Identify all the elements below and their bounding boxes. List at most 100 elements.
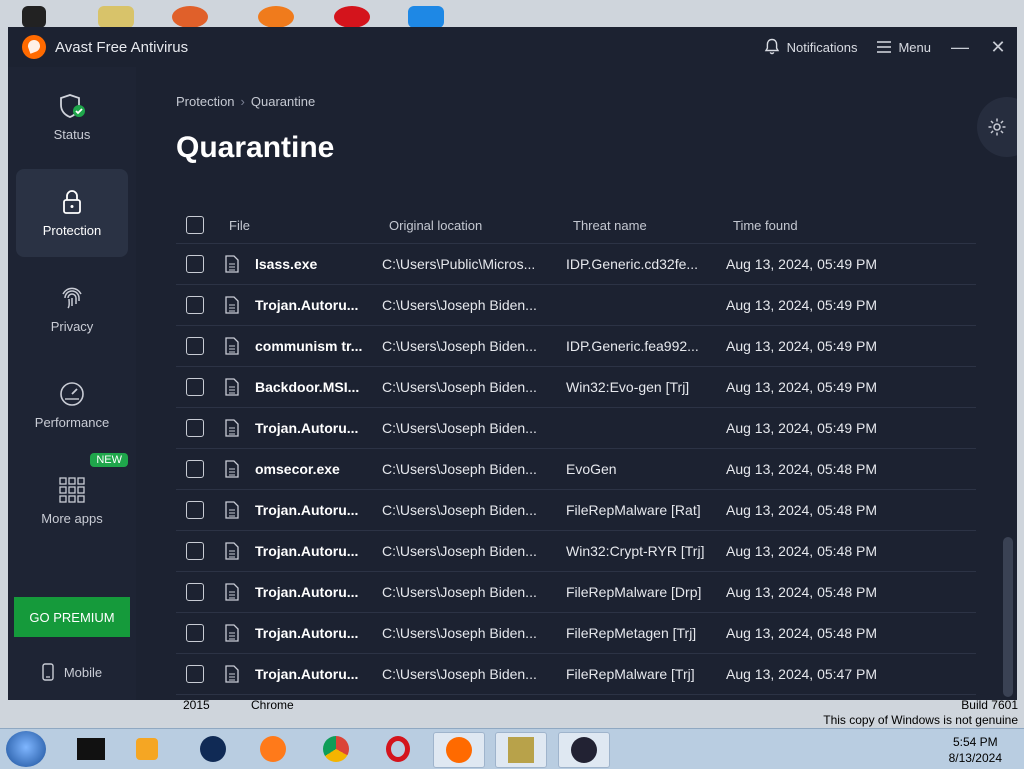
cell-location: C:\Users\Public\Micros... — [382, 256, 536, 272]
file-icon — [225, 624, 239, 642]
title-bar: Avast Free Antivirus Notifications Menu … — [8, 27, 1017, 67]
cell-file: Backdoor.MSI... — [255, 379, 360, 395]
file-icon — [225, 583, 239, 601]
cell-file: communism tr... — [255, 338, 363, 354]
taskbar: 5:54 PM 8/13/2024 — [0, 728, 1024, 769]
page-title: Quarantine — [176, 131, 335, 164]
header-file[interactable]: File — [229, 218, 389, 233]
row-checkbox[interactable] — [186, 501, 204, 519]
black-box-icon[interactable] — [66, 732, 116, 766]
cell-location: C:\Users\Joseph Biden... — [382, 461, 537, 477]
sidebar-item-label: Privacy — [50, 319, 94, 334]
sidebar-item-more-apps[interactable]: NEW More apps — [16, 453, 128, 545]
windows-start-icon[interactable] — [6, 731, 46, 767]
table-row[interactable]: omsecor.exe C:\Users\Joseph Biden... EvoGe… — [176, 449, 976, 490]
cell-location: C:\Users\Joseph Biden... — [382, 666, 537, 682]
menu-button[interactable]: Menu — [867, 40, 941, 55]
table-row[interactable]: communism tr... C:\Users\Joseph Biden... I… — [176, 326, 976, 367]
cell-time: Aug 13, 2024, 05:49 PM — [726, 420, 877, 436]
row-checkbox[interactable] — [186, 665, 204, 683]
phone-icon — [42, 663, 54, 681]
sidebar-item-label: Performance — [34, 415, 110, 430]
row-checkbox[interactable] — [186, 460, 204, 478]
mobile-button[interactable]: Mobile — [8, 657, 136, 687]
table-row[interactable]: Trojan.Autoru...C:\Users\Joseph Biden...… — [176, 408, 976, 449]
sidebar-item-performance[interactable]: Performance — [16, 361, 128, 449]
row-checkbox[interactable] — [186, 296, 204, 314]
sidebar: Status Protection Privacy Performance NE… — [8, 67, 136, 700]
breadcrumb-separator: › — [240, 94, 245, 109]
media-player-icon[interactable] — [122, 732, 172, 766]
row-checkbox[interactable] — [186, 255, 204, 273]
table-row[interactable]: Trojan.Autoru...C:\Users\Joseph Biden...… — [176, 695, 976, 700]
chrome-icon[interactable] — [311, 732, 361, 766]
table-row[interactable]: lsass.exe C:\Users\Public\Micros... IDP.Ge… — [176, 244, 976, 285]
desktop-icon-1[interactable] — [22, 6, 46, 28]
row-checkbox[interactable] — [186, 337, 204, 355]
close-button[interactable]: ✕ — [979, 37, 1017, 58]
table-row[interactable]: Trojan.Autoru...C:\Users\Joseph Biden...… — [176, 572, 976, 613]
opera-icon[interactable] — [373, 732, 423, 766]
go-premium-button[interactable]: GO PREMIUM — [14, 597, 130, 637]
cell-time: Aug 13, 2024, 05:48 PM — [726, 625, 877, 641]
scrollbar[interactable] — [1003, 537, 1013, 697]
cell-time: Aug 13, 2024, 05:48 PM — [726, 543, 877, 559]
quarantine-table: File Original location Threat name Time … — [176, 207, 976, 700]
desktop-icon-4[interactable] — [258, 6, 294, 28]
apps-grid-icon — [59, 477, 85, 503]
row-checkbox[interactable] — [186, 624, 204, 642]
desktop-icon-6[interactable] — [408, 6, 444, 28]
file-icon — [225, 460, 239, 478]
header-time[interactable]: Time found — [733, 218, 903, 233]
cell-time: Aug 13, 2024, 05:49 PM — [726, 379, 877, 395]
cell-file: Trojan.Autoru... — [255, 666, 359, 682]
table-row[interactable]: Trojan.Autoru...C:\Users\Joseph Biden...… — [176, 490, 976, 531]
file-icon — [225, 255, 239, 273]
row-checkbox[interactable] — [186, 583, 204, 601]
row-checkbox[interactable] — [186, 542, 204, 560]
select-all-checkbox[interactable] — [186, 216, 204, 234]
avast-icon[interactable] — [433, 732, 485, 768]
minimize-button[interactable]: — — [941, 37, 979, 58]
avast-window: Avast Free Antivirus Notifications Menu … — [8, 27, 1017, 700]
cell-location: C:\Users\Joseph Biden... — [382, 625, 537, 641]
globe-icon[interactable] — [188, 732, 238, 766]
cell-threat: FileRepMalware [Rat] — [566, 502, 701, 518]
cell-time: Aug 13, 2024, 05:48 PM — [726, 584, 877, 600]
camera-icon[interactable] — [558, 732, 610, 768]
avast-logo-icon — [22, 35, 46, 59]
header-location[interactable]: Original location — [389, 218, 573, 233]
table-row[interactable]: Trojan.Autoru... C:\Users\Joseph Biden...… — [176, 654, 976, 695]
table-row[interactable]: Trojan.Autoru...C:\Users\Joseph Biden...… — [176, 531, 976, 572]
row-checkbox[interactable] — [186, 419, 204, 437]
table-row[interactable]: Trojan.Autoru...C:\Users\Joseph Biden...… — [176, 285, 976, 326]
sidebar-item-status[interactable]: Status — [16, 73, 128, 161]
cell-threat: FileRepMalware [Trj] — [566, 666, 695, 682]
table-row[interactable]: Trojan.Autoru...C:\Users\Joseph Biden...… — [176, 613, 976, 654]
table-row[interactable]: Backdoor.MSI... C:\Users\Joseph Biden... W… — [176, 367, 976, 408]
clock-date: 8/13/2024 — [948, 751, 1002, 765]
clock[interactable]: 5:54 PM 8/13/2024 — [949, 734, 1002, 766]
desktop-icon-5[interactable] — [334, 6, 370, 28]
notifications-button[interactable]: Notifications — [754, 38, 868, 56]
settings-button[interactable] — [977, 97, 1017, 157]
lock-icon — [63, 190, 81, 214]
desktop-label-2015: 2015 — [183, 698, 210, 712]
build-text: Build 7601 — [961, 698, 1018, 712]
speedometer-icon — [60, 382, 84, 406]
cell-time: Aug 13, 2024, 05:49 PM — [726, 256, 877, 272]
breadcrumb-protection[interactable]: Protection — [176, 94, 235, 109]
desktop-icon-3[interactable] — [172, 6, 208, 28]
row-checkbox[interactable] — [186, 378, 204, 396]
firefox-icon[interactable] — [248, 732, 298, 766]
header-threat[interactable]: Threat name — [573, 218, 733, 233]
sidebar-item-privacy[interactable]: Privacy — [16, 265, 128, 353]
new-badge: NEW — [90, 453, 128, 467]
file-icon — [225, 501, 239, 519]
cell-threat: IDP.Generic.fea992... — [566, 338, 699, 354]
sidebar-item-protection[interactable]: Protection — [16, 169, 128, 257]
sidebar-item-label: More apps — [41, 511, 103, 526]
bonzi-box-icon[interactable] — [495, 732, 547, 768]
desktop-icon-2[interactable] — [98, 6, 134, 28]
shield-check-icon — [60, 94, 85, 118]
